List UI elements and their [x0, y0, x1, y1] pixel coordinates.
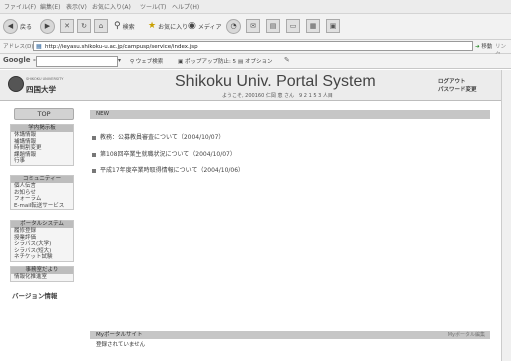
- popup-blocker-button[interactable]: ▣ ポップアップ防止: 5: [178, 57, 236, 65]
- messenger-button[interactable]: ▣: [326, 18, 340, 34]
- google-dropdown-icon[interactable]: ▾: [118, 57, 121, 64]
- browser-menubar: ファイル(F) 編集(E) 表示(V) お気に入り(A) ツール(T) ヘルプ(…: [0, 0, 511, 14]
- my-portal-empty-text: 登録されていません: [96, 342, 146, 348]
- page-title: Shikoku Univ. Portal System: [175, 73, 376, 90]
- print-icon: ▤: [266, 19, 280, 33]
- sidebar-item-it-office[interactable]: 情報化推進室: [11, 274, 73, 281]
- back-label: 戻る: [20, 23, 33, 31]
- search-label: 検索: [122, 23, 135, 31]
- stop-icon: ✕: [60, 19, 74, 33]
- sidebar-group-office: 事務室だより 情報化推進室: [10, 266, 74, 282]
- back-button[interactable]: ◀ 戻る: [3, 18, 32, 34]
- home-icon: ⌂: [94, 19, 108, 33]
- menu-tools[interactable]: ツール(T): [140, 2, 166, 11]
- url-text: http://ieyasu.shikoku-u.ac.jp/campusp/se…: [45, 44, 198, 50]
- sidebar-group-community: コミュニティー 個人伝言 お知らせ フォーラム E-mail転送サービス: [10, 175, 74, 210]
- media-icon: ◉: [188, 21, 196, 31]
- web-search-button[interactable]: ⚲ ウェブ検索: [130, 57, 163, 65]
- stop-button[interactable]: ✕: [60, 18, 74, 34]
- google-search-input[interactable]: [36, 56, 118, 67]
- sidebar-group-portal: ポータルシステム 履修登録 授業評価 シラバス(大学) シラバス(短大) ネチケ…: [10, 220, 74, 262]
- sidebar-item-email-forward[interactable]: E-mail転送サービス: [11, 203, 73, 210]
- print-button[interactable]: ▤: [266, 18, 280, 34]
- version-info-link[interactable]: バージョン情報: [12, 290, 57, 300]
- favorites-label: お気に入り: [158, 23, 189, 31]
- back-arrow-icon: ◀: [3, 18, 18, 34]
- web-search-label: ウェブ検索: [135, 59, 164, 65]
- header-links: ログアウト パスワード変更: [438, 78, 477, 94]
- go-arrow-icon: ➜: [475, 44, 480, 50]
- pencil-icon[interactable]: ✎: [284, 56, 290, 64]
- refresh-icon: ↻: [77, 19, 91, 33]
- home-button[interactable]: ⌂: [94, 18, 108, 34]
- edit-icon: ▭: [286, 19, 300, 33]
- history-button[interactable]: ◔: [226, 18, 241, 34]
- menu-file[interactable]: ファイル(F): [4, 2, 36, 11]
- refresh-button[interactable]: ↻: [77, 18, 91, 34]
- password-change-link[interactable]: パスワード変更: [438, 86, 477, 94]
- web-search-icon: ⚲: [130, 59, 135, 65]
- options-label: オプション: [244, 59, 273, 65]
- address-bar: アドレス(D) ▦ http://ieyasu.shikoku-u.ac.jp/…: [0, 40, 511, 58]
- address-label: アドレス(D): [3, 44, 34, 50]
- google-label: Google -: [3, 56, 36, 64]
- go-label: 移動: [481, 44, 493, 50]
- sidebar-item-netiquette[interactable]: ネチケット試験: [11, 254, 73, 261]
- page-icon: ▦: [36, 43, 42, 50]
- search-icon: ⚲: [114, 21, 121, 31]
- url-input[interactable]: ▦ http://ieyasu.shikoku-u.ac.jp/campusp/…: [33, 41, 473, 51]
- media-button[interactable]: ◉ メディア: [188, 18, 221, 34]
- news-link[interactable]: 第108回卒業生就職状況について（2004/10/07）: [100, 151, 236, 158]
- bullet-icon: [92, 135, 96, 140]
- logo-caption: SHIKOKU UNIVERSITY: [26, 77, 64, 81]
- news-item[interactable]: 平成17年度卒業時取得情報について（2004/10/06）: [92, 165, 244, 174]
- top-button[interactable]: TOP: [14, 108, 74, 120]
- news-item[interactable]: 教務：公募教員審査について（2004/10/07）: [92, 132, 224, 141]
- menu-favorites[interactable]: お気に入り(A): [92, 2, 131, 11]
- mail-icon: ✉: [246, 19, 260, 33]
- options-icon: ▤: [238, 59, 244, 65]
- my-portal-edit-link[interactable]: Myポータル編集: [448, 331, 485, 339]
- news-item[interactable]: 第108回卒業生就職状況について（2004/10/07）: [92, 149, 236, 158]
- university-logo-icon: [8, 76, 24, 92]
- popup-blocker-label: ポップアップ防止: 5: [184, 59, 237, 65]
- sidebar-group-header: コミュニティー: [11, 176, 73, 183]
- sidebar-group-bulletin: 学内掲示板 休講情報 補講情報 時間割変更 課題情報 行事: [10, 124, 74, 166]
- forward-button[interactable]: ▶: [40, 18, 55, 34]
- discuss-button[interactable]: ▦: [306, 18, 320, 34]
- menu-edit[interactable]: 編集(E): [40, 2, 60, 11]
- my-portal-header: Myポータルサイト: [90, 331, 490, 339]
- news-link[interactable]: 教務：公募教員審査について（2004/10/07）: [100, 134, 224, 141]
- vertical-scrollbar[interactable]: [501, 70, 511, 361]
- new-section-header: NEW: [90, 110, 490, 119]
- history-icon: ◔: [226, 18, 241, 34]
- popup-block-icon: ▣: [178, 59, 184, 65]
- google-toolbar: Google - ▾ ⚲ ウェブ検索 ▣ ポップアップ防止: 5 ▤ オプション…: [0, 54, 511, 69]
- welcome-message: ようこそ, 200160 仁岡 恵 さん 9 2 1 5 3 人目: [222, 93, 333, 99]
- favorites-button[interactable]: ★ お気に入り: [148, 18, 188, 34]
- star-icon: ★: [148, 21, 157, 31]
- university-logo-text: 四国大学: [26, 85, 56, 94]
- discuss-icon: ▦: [306, 19, 320, 33]
- bullet-icon: [92, 168, 96, 173]
- sidebar-group-header: 事務室だより: [11, 267, 73, 274]
- forward-arrow-icon: ▶: [40, 18, 55, 34]
- go-button[interactable]: ➜ 移動: [475, 42, 492, 50]
- messenger-icon: ▣: [326, 19, 340, 33]
- menu-help[interactable]: ヘルプ(H): [172, 2, 199, 11]
- logout-link[interactable]: ログアウト: [438, 78, 477, 86]
- page-header: SHIKOKU UNIVERSITY 四国大学 Shikoku Univ. Po…: [0, 70, 511, 101]
- mail-button[interactable]: ✉: [246, 18, 260, 34]
- search-button[interactable]: ⚲ 検索: [114, 18, 135, 34]
- menu-view[interactable]: 表示(V): [66, 2, 87, 11]
- browser-toolbar: ◀ 戻る ▶ ✕ ↻ ⌂ ⚲ 検索 ★ お気に入り ◉ メディア ◔ ✉ ▤ ▭…: [0, 14, 511, 40]
- bullet-icon: [92, 152, 96, 157]
- sidebar-item-events[interactable]: 行事: [11, 158, 73, 165]
- options-button[interactable]: ▤ オプション: [238, 57, 272, 65]
- news-link[interactable]: 平成17年度卒業時取得情報について（2004/10/06）: [100, 167, 244, 174]
- media-label: メディア: [197, 23, 222, 31]
- sidebar-group-header: ポータルシステム: [11, 221, 73, 228]
- sidebar-group-header: 学内掲示板: [11, 125, 73, 132]
- edit-button[interactable]: ▭: [286, 18, 300, 34]
